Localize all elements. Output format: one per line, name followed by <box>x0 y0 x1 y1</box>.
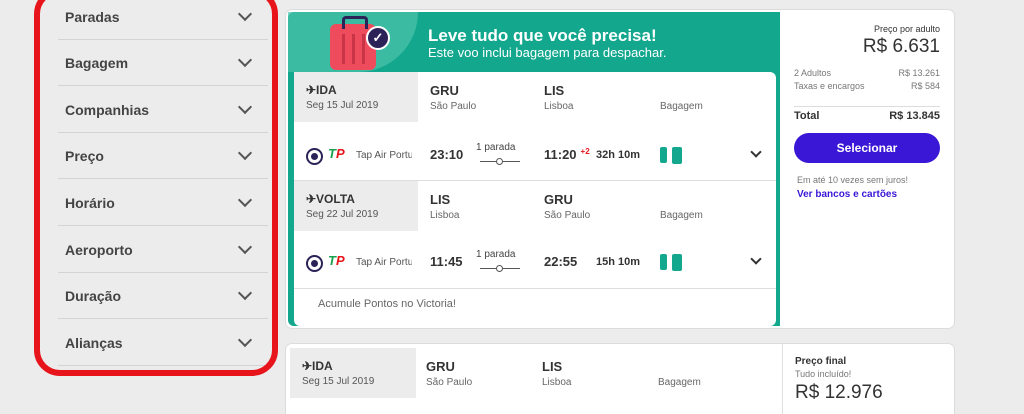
filter-duracao[interactable]: Duração <box>58 273 268 319</box>
filter-label: Preço <box>65 147 104 164</box>
origin-city: Lisboa <box>430 210 460 221</box>
filter-label: Paradas <box>65 8 120 25</box>
filter-companhias[interactable]: Companhias <box>58 87 268 133</box>
airline-name: Tap Air Portugal <box>356 150 412 161</box>
expand-chevron-icon[interactable] <box>750 253 762 265</box>
taxes-label: Taxas e encargos <box>794 81 865 91</box>
destination-code: LIS <box>542 359 563 374</box>
checked-bag-icon <box>672 147 682 164</box>
carry-on-icon <box>660 147 667 163</box>
return-header: ✈VOLTA Seg 22 Jul 2019 LIS Lisboa GRU Sã… <box>294 181 776 231</box>
promo-banner: ✓ Leve tudo que você precisa! Este voo i… <box>288 12 780 326</box>
filters-sidebar: Paradas Bagagem Companhias Preço Horário… <box>48 0 268 370</box>
filter-aliancas[interactable]: Alianças <box>58 320 268 366</box>
installments-text: Em até 10 vezes sem juros! <box>797 175 909 185</box>
chevron-down-icon <box>237 145 253 161</box>
baggage-label: Bagagem <box>660 210 703 221</box>
filter-horario[interactable]: Horário <box>58 180 268 226</box>
filter-preco[interactable]: Preço <box>58 133 268 179</box>
filter-aeroporto[interactable]: Aeroporto <box>58 227 268 273</box>
destination-city: Lisboa <box>544 101 574 112</box>
price-summary: Preço final Tudo incluído! R$ 12.976 <box>782 344 954 414</box>
destination-code: GRU <box>544 192 573 207</box>
flight-offer-card: ✓ Leve tudo que você precisa! Este voo i… <box>286 10 954 328</box>
filter-label: Duração <box>65 287 122 304</box>
flight-radio[interactable] <box>306 255 323 272</box>
origin-city: São Paulo <box>426 377 473 388</box>
chevron-down-icon <box>237 239 253 255</box>
destination-code: LIS <box>544 83 565 98</box>
select-button[interactable]: Selecionar <box>794 133 940 163</box>
taxes-value: R$ 584 <box>910 81 940 91</box>
flight-offer-card: ✈IDA Seg 15 Jul 2019 GRU São Paulo LIS L… <box>286 344 954 414</box>
filter-bagagem[interactable]: Bagagem <box>58 40 268 86</box>
arrival-time: 22:55 <box>544 254 578 269</box>
tap-logo-icon: TP <box>328 146 345 161</box>
filter-label: Horário <box>65 194 115 211</box>
price-per-adult-label: Preço por adulto <box>873 24 940 34</box>
chevron-down-icon <box>237 192 253 208</box>
day-offset: +2 <box>580 147 590 156</box>
filter-label: Alianças <box>65 334 123 351</box>
checked-bag-icon <box>672 254 682 271</box>
all-included-text: Tudo incluído! <box>795 369 852 379</box>
leg-type: ✈VOLTA <box>306 192 355 206</box>
tap-logo-icon: TP <box>328 253 345 268</box>
price-per-adult: R$ 6.631 <box>862 36 940 57</box>
promo-title: Leve tudo que você precisa! <box>428 26 657 45</box>
final-price-label: Preço final <box>795 356 847 367</box>
leg-date: Seg 15 Jul 2019 <box>306 100 379 111</box>
filter-label: Companhias <box>65 101 150 118</box>
filter-paradas[interactable]: Paradas <box>58 0 268 40</box>
filter-label: Aeroporto <box>65 241 133 258</box>
destination-city: Lisboa <box>542 377 572 388</box>
total-label: Total <box>794 110 820 122</box>
itinerary-panel: ✈IDA Seg 15 Jul 2019 GRU São Paulo LIS L… <box>294 72 776 326</box>
departure-time: 11:45 <box>430 254 463 269</box>
origin-code: GRU <box>426 359 455 374</box>
arrival-time: 11:20 +2 <box>544 147 590 162</box>
promo-subtitle: Este voo inclui bagagem para despachar. <box>428 45 667 60</box>
chevron-down-icon <box>237 99 253 115</box>
stops-count[interactable]: 1 parada <box>476 249 515 260</box>
carry-on-icon <box>660 254 667 270</box>
chevron-down-icon <box>237 332 253 348</box>
chevron-down-icon <box>237 6 253 22</box>
origin-city: São Paulo <box>430 101 477 112</box>
leg-tag: ✈IDA Seg 15 Jul 2019 <box>290 348 416 398</box>
check-icon: ✓ <box>366 26 390 50</box>
banks-link[interactable]: Ver bancos e cartões <box>797 189 897 200</box>
points-message: Acumule Pontos no Victoria! <box>318 298 456 310</box>
baggage-label: Bagagem <box>660 101 703 112</box>
chevron-down-icon <box>237 52 253 68</box>
baggage-label: Bagagem <box>658 377 701 388</box>
stop-line-icon <box>480 265 520 272</box>
leg-tag: ✈VOLTA Seg 22 Jul 2019 <box>294 181 418 231</box>
filter-label: Bagagem <box>65 54 129 71</box>
stop-line-icon <box>480 158 520 165</box>
expand-chevron-icon[interactable] <box>750 146 762 158</box>
leg-type: ✈IDA <box>306 83 337 97</box>
chevron-down-icon <box>237 285 253 301</box>
destination-city: São Paulo <box>544 210 591 221</box>
origin-code: GRU <box>430 83 459 98</box>
final-price: R$ 12.976 <box>795 382 883 403</box>
stops-count[interactable]: 1 parada <box>476 142 515 153</box>
flight-duration: 32h 10m <box>596 149 641 161</box>
outbound-header: ✈IDA Seg 15 Jul 2019 GRU São Paulo LIS L… <box>294 72 776 122</box>
leg-type: ✈IDA <box>302 359 333 373</box>
airline-name: Tap Air Portugal <box>356 257 412 268</box>
leg-date: Seg 15 Jul 2019 <box>302 376 375 387</box>
adults-value: R$ 13.261 <box>898 68 940 78</box>
total-value: R$ 13.845 <box>889 110 940 122</box>
leg-tag: ✈IDA Seg 15 Jul 2019 <box>294 72 418 122</box>
departure-time: 23:10 <box>430 147 464 162</box>
flight-radio[interactable] <box>306 148 323 165</box>
origin-code: LIS <box>430 192 451 207</box>
price-summary: Preço por adulto R$ 6.631 2 Adultos R$ 1… <box>782 10 954 328</box>
flight-duration: 15h 10m <box>596 256 641 268</box>
leg-date: Seg 22 Jul 2019 <box>306 209 379 220</box>
adults-label: 2 Adultos <box>794 68 832 78</box>
